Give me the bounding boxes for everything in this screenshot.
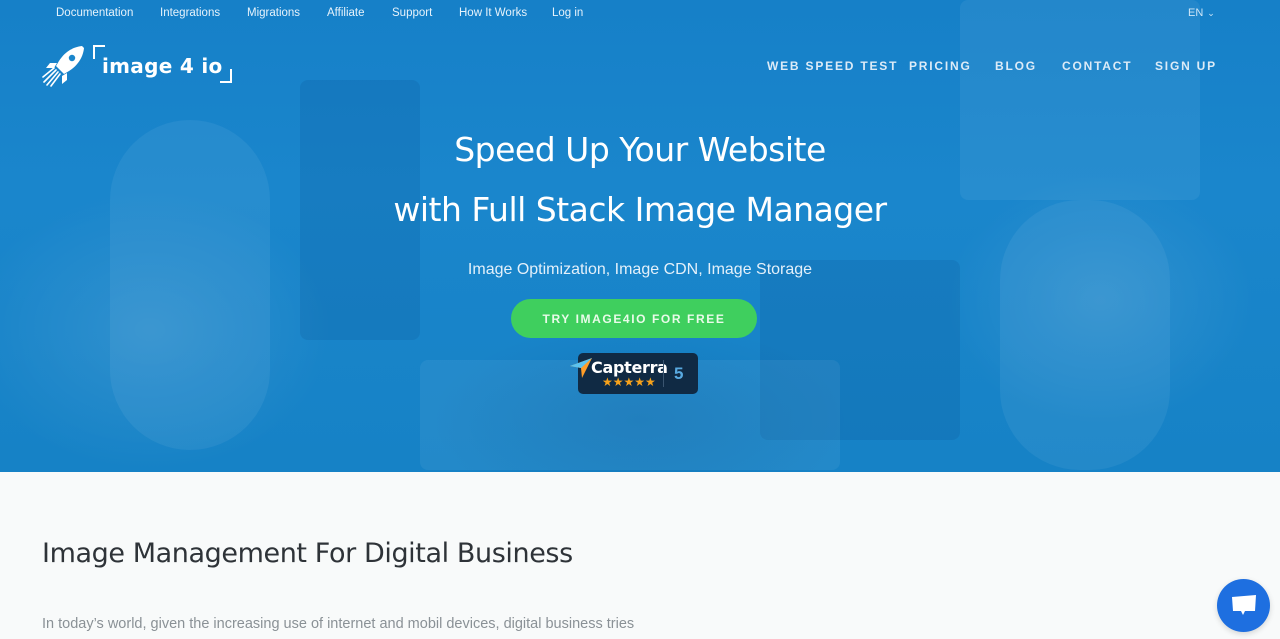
section-title: Image Management For Digital Business xyxy=(42,538,573,569)
logo-text: image 4 io xyxy=(102,54,223,78)
language-label: EN xyxy=(1188,7,1204,19)
hero-title-line-1: Speed Up Your Website xyxy=(454,130,826,169)
logo[interactable]: image 4 io xyxy=(42,44,242,88)
top-utility-bar: Documentation Integrations Migrations Af… xyxy=(0,0,1280,28)
topbar-link-migrations[interactable]: Migrations xyxy=(247,7,300,19)
hero-title-line-2: with Full Stack Image Manager xyxy=(393,190,887,229)
nav-blog[interactable]: BLOG xyxy=(995,59,1037,73)
chat-widget-button[interactable] xyxy=(1217,579,1270,632)
try-for-free-button[interactable]: TRY IMAGE4IO FOR FREE xyxy=(511,299,757,338)
section-paragraph: In today’s world, given the increasing u… xyxy=(42,616,635,632)
topbar-link-affiliate[interactable]: Affiliate xyxy=(327,7,365,19)
nav-sign-up[interactable]: SIGN UP xyxy=(1155,59,1217,73)
topbar-link-documentation[interactable]: Documentation xyxy=(56,7,133,19)
topbar-link-log-in[interactable]: Log in xyxy=(552,7,583,19)
chat-bubble-icon xyxy=(1232,595,1256,615)
capterra-rating-badge[interactable]: Capterra ★★★★★ 5 xyxy=(570,353,698,394)
background-photo-shape xyxy=(110,120,270,450)
topbar-link-support[interactable]: Support xyxy=(392,7,432,19)
nav-contact[interactable]: CONTACT xyxy=(1062,59,1132,73)
nav-web-speed-test[interactable]: WEB SPEED TEST xyxy=(767,59,898,73)
chevron-down-icon: ⌄ xyxy=(1207,8,1215,18)
logo-bracket-right xyxy=(220,69,232,83)
nav-pricing[interactable]: PRICING xyxy=(909,59,972,73)
rocket-icon xyxy=(42,46,84,87)
capterra-score: 5 xyxy=(674,364,684,383)
hero-subtitle: Image Optimization, Image CDN, Image Sto… xyxy=(467,261,813,278)
star-rating-icon: ★★★★★ xyxy=(602,375,656,389)
background-photo-shape xyxy=(960,0,1200,200)
hero-section: Documentation Integrations Migrations Af… xyxy=(0,0,1280,472)
background-photo-shape xyxy=(1000,200,1170,470)
topbar-link-how-it-works[interactable]: How It Works xyxy=(459,7,527,19)
badge-divider xyxy=(663,360,664,387)
topbar-link-integrations[interactable]: Integrations xyxy=(160,7,220,19)
language-selector[interactable]: EN ⌄ xyxy=(1188,7,1215,19)
